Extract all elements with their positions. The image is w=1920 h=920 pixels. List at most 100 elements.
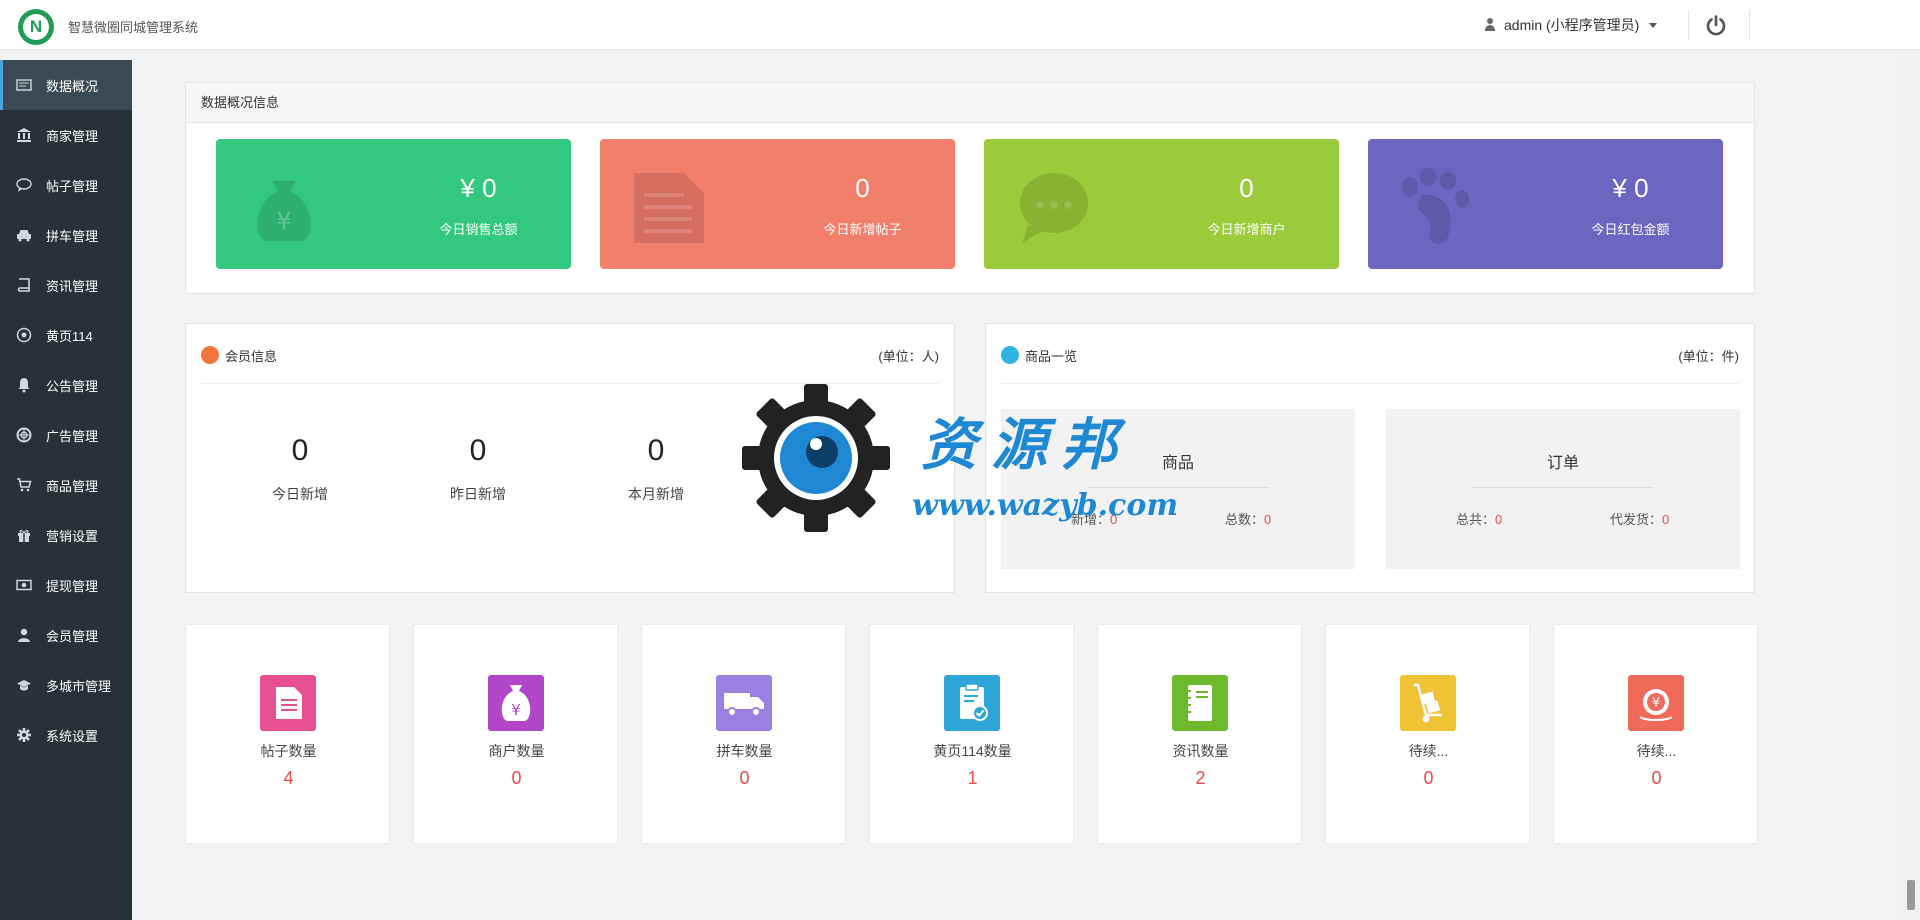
goods-right-label: 代发货：: [1610, 512, 1663, 527]
member-stat: 0 本月新增: [567, 434, 745, 504]
sidebar-item-label: 商品管理: [46, 478, 99, 494]
power-icon: [1706, 15, 1726, 36]
count-label: 待续...: [1408, 743, 1449, 759]
bank-icon: [16, 127, 32, 143]
user-icon: [1484, 18, 1496, 32]
count-value: 0: [511, 768, 522, 788]
goods-right-value: 0: [1264, 512, 1272, 527]
yuan-bag-icon: ¥: [488, 675, 544, 731]
book-icon: [16, 277, 32, 293]
sidebar-item-label: 系统设置: [46, 728, 99, 744]
sidebar-item[interactable]: 提现管理: [0, 560, 132, 610]
sidebar-item-label: 广告管理: [46, 428, 99, 444]
count-label: 商户数量: [488, 743, 545, 759]
stat-card: 0 今日新增商户: [984, 139, 1339, 269]
sidebar-item[interactable]: 商品管理: [0, 460, 132, 510]
sidebar-item-label: 数据概况: [46, 78, 99, 94]
count-card[interactable]: 拼车数量 0: [641, 624, 846, 844]
goods-right-value: 0: [1662, 512, 1670, 527]
app-logo[interactable]: N: [18, 9, 54, 45]
sidebar-item[interactable]: 黄页114: [0, 310, 132, 360]
sidebar-item[interactable]: 系统设置: [0, 710, 132, 760]
logo-mark: N: [23, 14, 49, 40]
sidebar-item[interactable]: 多城市管理: [0, 660, 132, 710]
count-card[interactable]: 待续... 0: [1325, 624, 1530, 844]
stat-label: 今日红包金额: [1591, 222, 1670, 237]
sidebar-item-label: 提现管理: [46, 578, 99, 594]
count-card[interactable]: 帖子数量 4: [185, 624, 390, 844]
gear-icon: [16, 727, 32, 743]
chevron-down-icon: [1649, 22, 1658, 28]
stat-value: ¥ 0: [1612, 173, 1649, 203]
post-icon: [260, 675, 316, 731]
sidebar-item-label: 公告管理: [46, 378, 99, 394]
sidebar-item[interactable]: 资讯管理: [0, 260, 132, 310]
sidebar-item-label: 商家管理: [46, 128, 99, 144]
goods-summary-box: 订单 总共：0 代发货：0: [1386, 409, 1740, 569]
sidebar-item[interactable]: 公告管理: [0, 360, 132, 410]
count-label: 拼车数量: [716, 743, 773, 759]
member-stat-label: 今日新增: [272, 486, 328, 502]
svg-text:¥: ¥: [276, 207, 291, 235]
count-card[interactable]: ¥ 商户数量 0: [413, 624, 618, 844]
member-stat-value: 0: [469, 434, 487, 467]
member-panel-title: 会员信息: [225, 349, 278, 364]
sidebar-item-label: 营销设置: [46, 528, 99, 544]
dashboard-icon: [16, 77, 32, 93]
users-icon: [201, 346, 219, 364]
sidebar: 数据概况商家管理帖子管理拼车管理资讯管理 黄页114 公告管理广告管理商品管理营销设…: [0, 60, 132, 920]
member-stat-value: 0: [291, 434, 309, 467]
stat-label: 今日销售总额: [439, 222, 518, 237]
count-card[interactable]: 资讯数量 2: [1097, 624, 1302, 844]
stat-value: ¥ 0: [460, 173, 497, 203]
watermark-text: 资源邦: [921, 412, 1131, 478]
bell-icon: [16, 377, 32, 393]
count-value: 4: [283, 768, 294, 788]
header-divider: [1688, 10, 1689, 40]
stat-card: ¥ 0 今日红包金额: [1368, 139, 1723, 269]
sidebar-item[interactable]: 营销设置: [0, 510, 132, 560]
sidebar-item[interactable]: 数据概况: [0, 60, 132, 110]
member-stat: 0 今日新增: [211, 434, 389, 504]
svg-text:¥: ¥: [511, 701, 521, 719]
sidebar-item-label: 拼车管理: [46, 228, 99, 244]
money-bag-icon: ¥: [244, 167, 324, 247]
member-stat-label: 昨日新增: [450, 486, 506, 502]
stat-value: 0: [1239, 173, 1254, 203]
target-icon: [16, 327, 32, 343]
truck-icon: [716, 675, 772, 731]
sidebar-item-label: 多城市管理: [46, 678, 112, 694]
count-card[interactable]: 黄页114数量 1: [869, 624, 1074, 844]
scrollbar-thumb[interactable]: [1907, 880, 1915, 910]
sidebar-item[interactable]: 拼车管理: [0, 210, 132, 260]
sidebar-item[interactable]: 商家管理: [0, 110, 132, 160]
yuan-coin-icon: ¥: [1628, 675, 1684, 731]
count-label: 黄页114数量: [933, 743, 1012, 759]
goods-right-label: 总数：: [1225, 512, 1265, 527]
count-card[interactable]: ¥ 待续... 0: [1553, 624, 1758, 844]
money-icon: [16, 577, 32, 593]
paw-icon: [1396, 167, 1476, 247]
sidebar-item-label: 会员管理: [46, 628, 99, 644]
divider: [1472, 487, 1654, 488]
sidebar-item[interactable]: 广告管理: [0, 410, 132, 460]
member-stat: 0 昨日新增: [389, 434, 567, 504]
clipboard-icon: [944, 675, 1000, 731]
sidebar-item[interactable]: 会员管理: [0, 610, 132, 660]
scrollbar[interactable]: [1902, 60, 1920, 920]
logout-button[interactable]: [1702, 12, 1730, 40]
count-label: 资讯数量: [1172, 743, 1229, 759]
user-icon: [16, 627, 32, 643]
user-menu[interactable]: admin (小程序管理员): [1484, 15, 1658, 35]
member-panel-header: 会员信息 (单位：人): [201, 324, 939, 384]
goods-left-value: 0: [1495, 512, 1503, 527]
stat-card: 0 今日新增帖子: [600, 139, 955, 269]
gear-eye-logo: [742, 384, 890, 532]
stat-value: 0: [855, 173, 870, 203]
stat-label: 今日新增帖子: [823, 222, 902, 237]
watermark-url: www.wazyb.com: [912, 488, 1179, 523]
goods-panel-title: 商品一览: [1025, 349, 1078, 364]
chat-bubble-icon: [1012, 167, 1092, 247]
sidebar-item[interactable]: 帖子管理: [0, 160, 132, 210]
calendar-icon: [1001, 346, 1019, 364]
